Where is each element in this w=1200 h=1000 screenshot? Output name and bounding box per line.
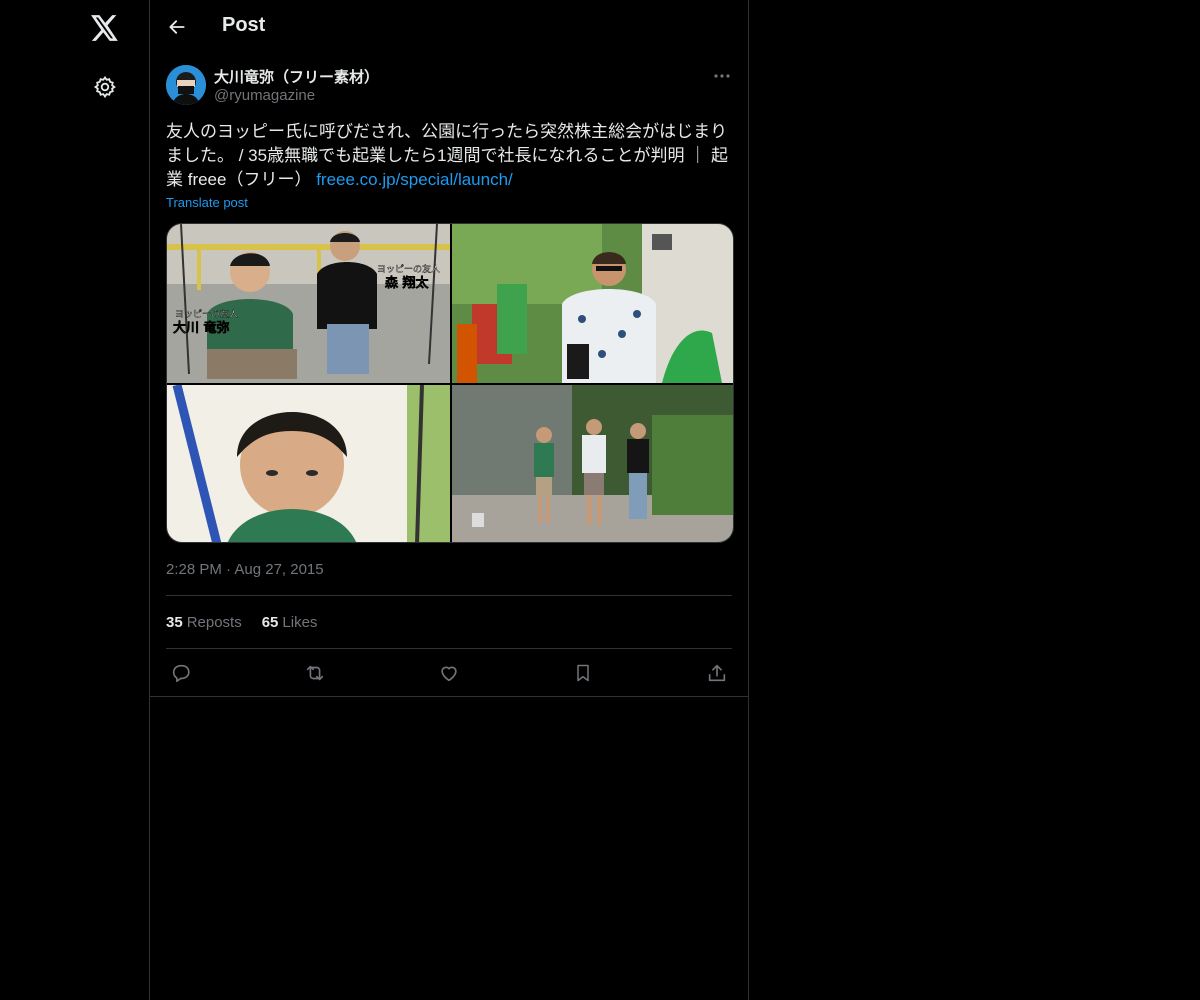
media-grid: ヨッピーの友人 大川 竜弥 ヨッピーの友人 森 翔太 <box>166 223 734 543</box>
avatar[interactable] <box>166 65 206 105</box>
image-caption-name: 森 翔太 <box>385 275 430 291</box>
author-handle[interactable]: @ryumagazine <box>214 87 315 104</box>
translate-post-link[interactable]: Translate post <box>166 195 248 210</box>
image-caption-name: 大川 竜弥 <box>173 320 230 336</box>
media-image-1[interactable]: ヨッピーの友人 大川 竜弥 ヨッピーの友人 森 翔太 <box>167 224 450 383</box>
post-stats: 35 Reposts 65 Likes <box>166 614 317 631</box>
bookmark-icon[interactable] <box>568 660 598 686</box>
repost-icon[interactable] <box>300 660 330 686</box>
media-image-4[interactable] <box>452 385 733 542</box>
image-caption-small: ヨッピーの友人 <box>377 263 440 275</box>
divider <box>150 696 748 697</box>
media-image-2[interactable] <box>452 224 733 383</box>
like-icon[interactable] <box>434 660 464 686</box>
page-title: Post <box>222 14 266 36</box>
share-icon[interactable] <box>702 660 732 686</box>
reposts-stat[interactable]: 35 Reposts <box>166 614 242 631</box>
likes-count: 65 <box>261 614 279 631</box>
likes-stat[interactable]: 65 Likes <box>262 614 318 631</box>
reposts-count: 35 <box>166 614 183 631</box>
divider <box>166 648 732 649</box>
reply-icon[interactable] <box>166 660 196 686</box>
back-arrow-icon[interactable] <box>160 10 194 44</box>
reposts-label: Reposts <box>186 614 242 631</box>
gear-icon[interactable] <box>85 67 125 107</box>
post-actions <box>166 660 732 686</box>
post-timestamp[interactable]: 2:28 PM · Aug 27, 2015 <box>166 561 324 578</box>
likes-label: Likes <box>282 614 318 631</box>
post-link[interactable]: freee.co.jp/special/launch/ <box>316 170 513 189</box>
post-text: 友人のヨッピー氏に呼びだされ、公園に行ったら突然株主総会がはじまりました。 / … <box>166 120 732 192</box>
more-options-icon[interactable] <box>710 66 734 86</box>
media-image-3[interactable] <box>167 385 450 542</box>
author-name[interactable]: 大川竜弥（フリー素材） <box>214 66 379 87</box>
image-caption-small: ヨッピーの友人 <box>175 308 238 320</box>
divider <box>166 595 732 596</box>
page-header: Post <box>150 0 748 54</box>
left-nav <box>0 0 150 1000</box>
x-logo-icon[interactable] <box>85 8 125 48</box>
post-detail-column: Post 大川竜弥（フリー素材） @ryumagazine 友人のヨッピー氏に呼… <box>150 0 749 1000</box>
